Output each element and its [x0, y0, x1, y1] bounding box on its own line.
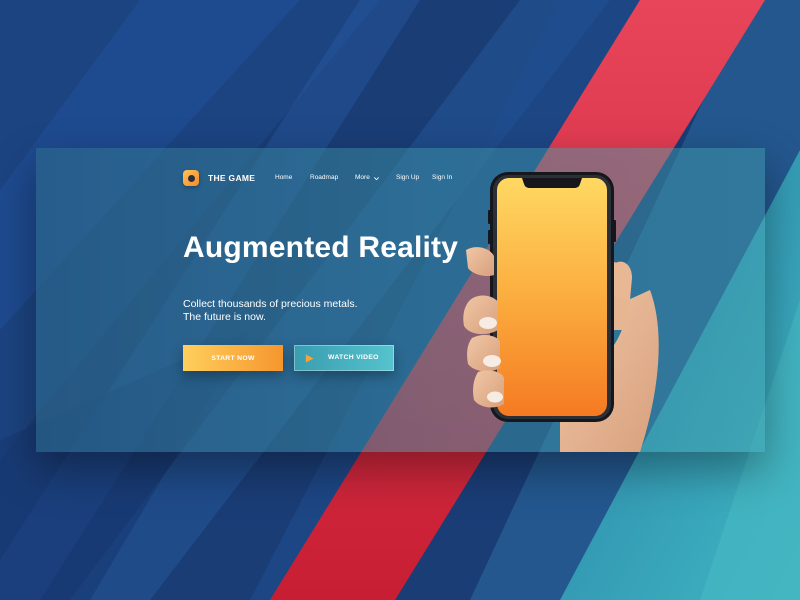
game-logo-icon[interactable]	[183, 170, 199, 186]
nav-sign-up[interactable]: Sign Up	[396, 172, 419, 184]
nav-roadmap[interactable]: Roadmap	[310, 172, 338, 184]
start-now-button[interactable]: START NOW	[183, 345, 283, 371]
hero-headline: Augmented Reality	[183, 231, 459, 264]
chevron-down-icon	[373, 176, 379, 180]
hero-subtitle-line-2: The future is now.	[183, 311, 266, 323]
brand-name[interactable]: THE GAME	[208, 172, 255, 184]
watch-video-button[interactable]: WATCH VIDEO	[294, 345, 394, 371]
watch-video-label: WATCH VIDEO	[328, 354, 379, 361]
nav-more-label: More	[355, 174, 370, 181]
nav-more[interactable]: More	[355, 172, 380, 184]
hero-subtitle-line-1: Collect thousands of precious metals.	[183, 298, 358, 310]
phone-in-hand-illustration	[463, 172, 659, 452]
play-icon	[305, 353, 314, 363]
nav-home[interactable]: Home	[275, 172, 292, 184]
